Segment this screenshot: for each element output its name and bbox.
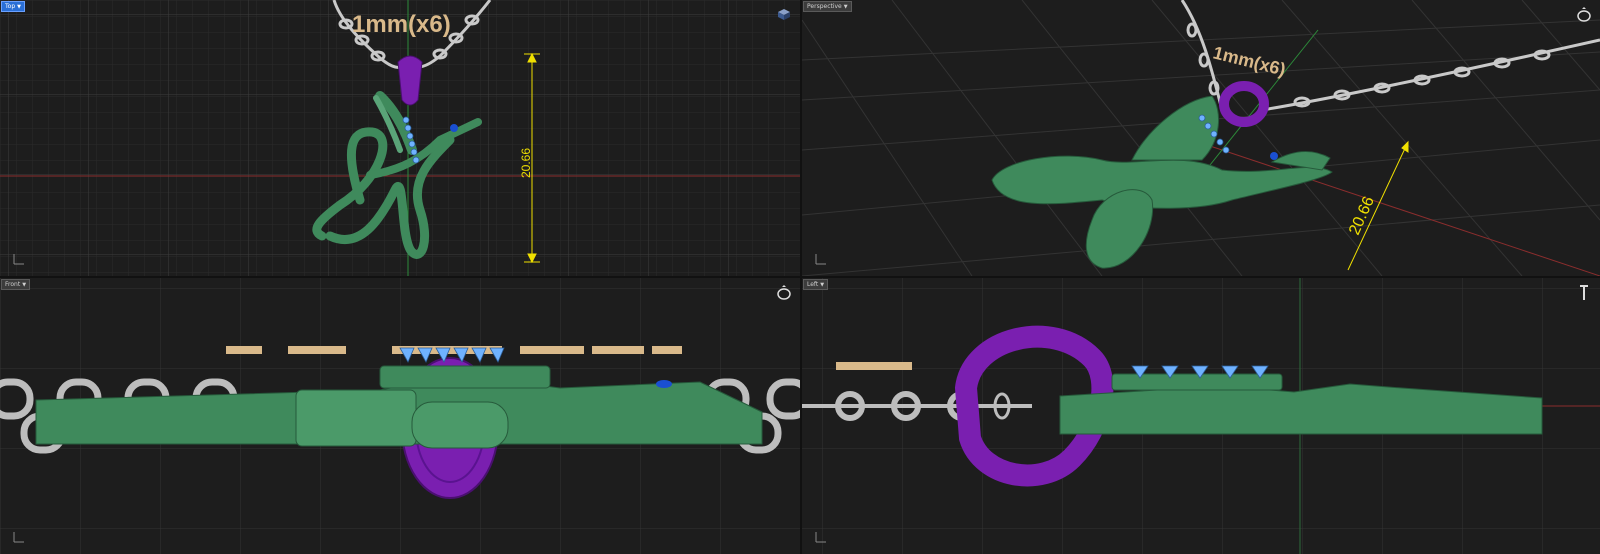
annotation-side — [836, 362, 912, 370]
chevron-down-icon: ▼ — [22, 282, 27, 288]
ring-icon[interactable] — [1574, 4, 1594, 24]
left-scene — [802, 278, 1600, 554]
pendant-body — [991, 95, 1333, 269]
axis-gizmo-icon — [814, 250, 830, 266]
ring-side-icon[interactable] — [1574, 282, 1594, 302]
eye-gem — [656, 380, 672, 388]
viewport-left[interactable]: Left ▼ — [802, 278, 1600, 554]
viewport-perspective[interactable]: 1mm(x6) 20.66 Perspective ▼ — [802, 0, 1600, 276]
viewport-label-text: Perspective — [807, 3, 842, 10]
viewport-label-left[interactable]: Left ▼ — [803, 279, 829, 290]
viewport-label-perspective[interactable]: Perspective ▼ — [803, 1, 852, 12]
perspective-scene: 1mm(x6) 20.66 — [802, 0, 1600, 276]
axis-gizmo-icon — [12, 250, 28, 266]
viewport-front[interactable]: Front ▼ — [0, 278, 800, 554]
chevron-down-icon: ▼ — [17, 4, 21, 10]
top-scene: 1mm(x6) 20.66 — [0, 0, 800, 276]
chevron-down-icon: ▼ — [820, 282, 825, 288]
viewport-label-text: Left — [807, 281, 819, 288]
viewport-top[interactable]: 1mm(x6) 20.66 Top ▼ — [0, 0, 800, 276]
axis-gizmo-icon — [12, 528, 28, 544]
view-cube-icon[interactable] — [774, 4, 794, 24]
front-scene — [0, 278, 800, 554]
chevron-down-icon: ▼ — [843, 4, 848, 10]
annotation-text: 1mm(x6) — [1211, 42, 1288, 79]
viewport-label-top[interactable]: Top ▼ — [1, 1, 25, 12]
annotation-side — [226, 346, 682, 354]
eye-gem — [450, 124, 458, 132]
axis-gizmo-icon — [814, 528, 830, 544]
ring-icon[interactable] — [774, 282, 794, 302]
viewport-label-front[interactable]: Front ▼ — [1, 279, 31, 290]
viewport-label-text: Top — [5, 3, 16, 10]
bail — [397, 55, 423, 106]
eye-gem — [1270, 152, 1278, 160]
viewport-label-text: Front — [5, 281, 21, 288]
annotation-text: 1mm(x6) — [352, 11, 451, 38]
dimension-value: 20.66 — [519, 148, 533, 178]
